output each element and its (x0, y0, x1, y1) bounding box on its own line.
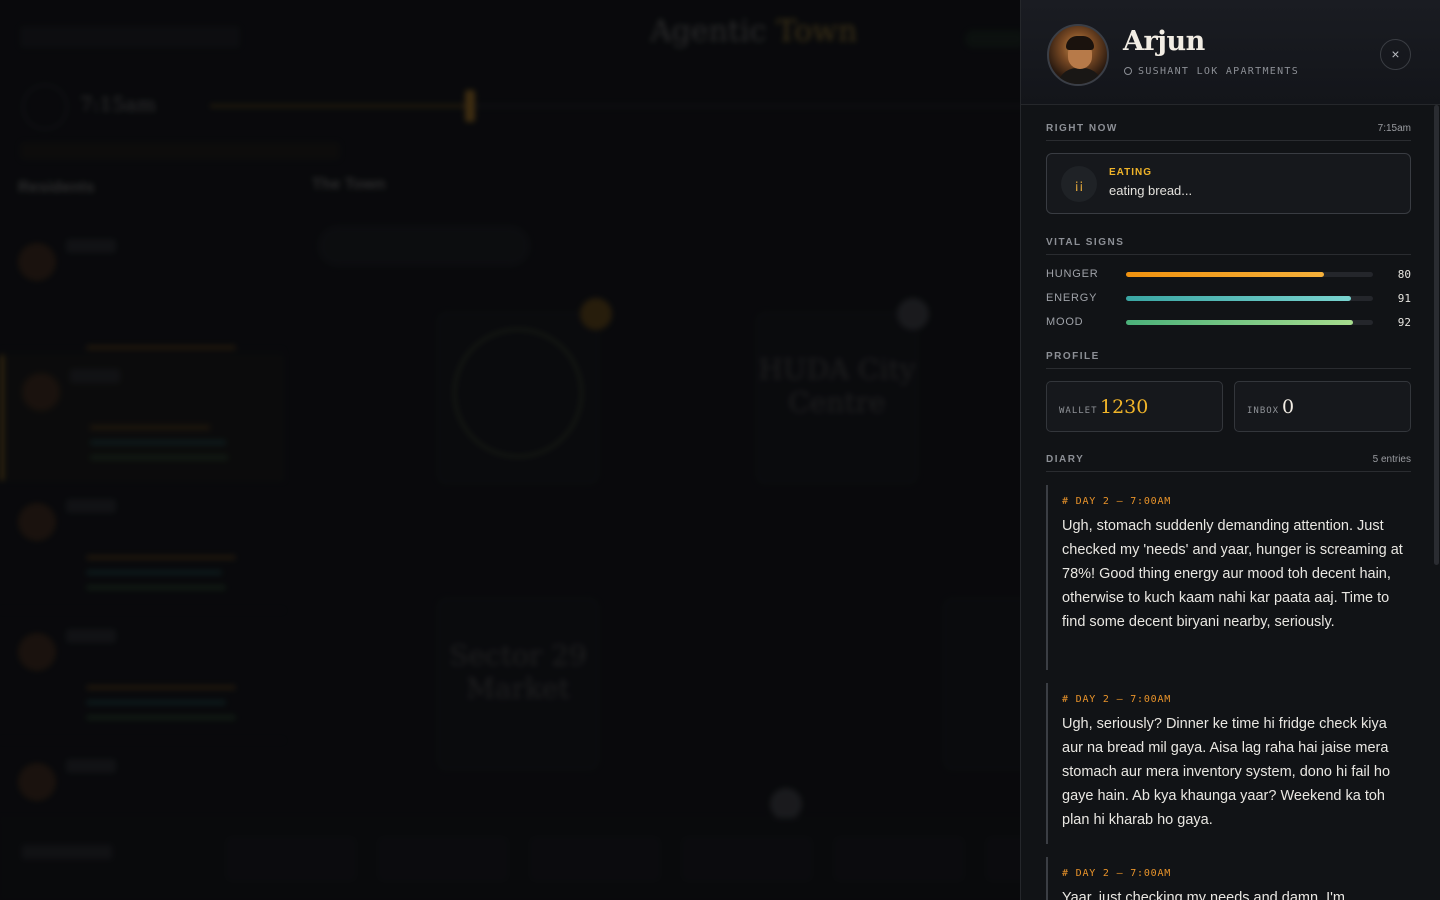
vitals-header: VITAL SIGNS (1046, 237, 1411, 255)
vital-fill (1126, 272, 1324, 277)
inbox-value: 0 (1282, 396, 1295, 418)
diary-entry: # DAY 2 — 7:00AM Ugh, seriously? Dinner … (1046, 683, 1411, 844)
entry-text: Ugh, stomach suddenly demanding attentio… (1062, 518, 1403, 630)
section-title: PROFILE (1046, 351, 1100, 362)
vital-label: ENERGY (1046, 292, 1098, 304)
vital-track (1126, 296, 1373, 301)
vital-value: 91 (1397, 292, 1411, 305)
vital-track (1126, 320, 1373, 325)
diary-entry: # DAY 2 — 7:00AM Ugh, stomach suddenly d… (1046, 485, 1411, 670)
activity-description: eating bread... (1109, 183, 1193, 198)
drawer-scrollbar[interactable] (1434, 105, 1439, 565)
entry-timestamp: # DAY 2 — 7:00AM (1062, 868, 1172, 879)
vital-value: 92 (1397, 316, 1411, 329)
wallet-label: WALLET (1059, 406, 1098, 416)
home-location: SUSHANT LOK APARTMENTS (1124, 66, 1299, 77)
profile-header: PROFILE (1046, 351, 1411, 369)
vital-fill (1126, 320, 1354, 325)
location-pin-icon (1124, 67, 1132, 75)
inbox-label: INBOX (1247, 406, 1280, 416)
entry-timestamp: # DAY 2 — 7:00AM (1062, 496, 1172, 507)
section-title: DIARY (1046, 454, 1085, 465)
diary-count: 5 entries (1372, 454, 1411, 465)
diary-entry: # DAY 2 — 7:00AM Yaar, just checking my … (1046, 857, 1411, 900)
drawer-header: Arjun SUSHANT LOK APARTMENTS × (1021, 0, 1440, 105)
inbox-card[interactable]: INBOX 0 (1234, 381, 1411, 432)
vital-label: MOOD (1046, 316, 1084, 328)
fork-knife-icon: ¡¡ (1061, 166, 1097, 202)
vital-label: HUNGER (1046, 268, 1099, 280)
entry-timestamp: # DAY 2 — 7:00AM (1062, 694, 1172, 705)
vital-fill (1126, 296, 1351, 301)
resident-drawer: Arjun SUSHANT LOK APARTMENTS × RIGHT NOW… (1020, 0, 1440, 900)
entry-text: Yaar, just checking my needs and damn, I… (1062, 890, 1345, 900)
home-label: SUSHANT LOK APARTMENTS (1138, 66, 1300, 77)
resident-name: Arjun (1123, 26, 1205, 57)
current-activity: ¡¡ EATING eating bread... (1046, 153, 1411, 214)
vital-hunger: HUNGER 80 (1046, 268, 1411, 282)
wallet-value: 1230 (1100, 396, 1149, 418)
vital-value: 80 (1397, 268, 1411, 281)
section-title: RIGHT NOW (1046, 123, 1118, 134)
close-button[interactable]: × (1380, 39, 1411, 70)
diary-header: DIARY 5 entries (1046, 454, 1411, 472)
right-now-header: RIGHT NOW 7:15am (1046, 123, 1411, 141)
vital-energy: ENERGY 91 (1046, 292, 1411, 306)
avatar (1047, 24, 1109, 86)
activity-kind: EATING (1109, 167, 1153, 178)
section-title: VITAL SIGNS (1046, 237, 1125, 248)
vital-track (1126, 272, 1373, 277)
wallet-card: WALLET 1230 (1046, 381, 1223, 432)
vital-mood: MOOD 92 (1046, 316, 1411, 330)
entry-text: Ugh, seriously? Dinner ke time hi fridge… (1062, 716, 1391, 828)
current-time: 7:15am (1377, 123, 1411, 134)
